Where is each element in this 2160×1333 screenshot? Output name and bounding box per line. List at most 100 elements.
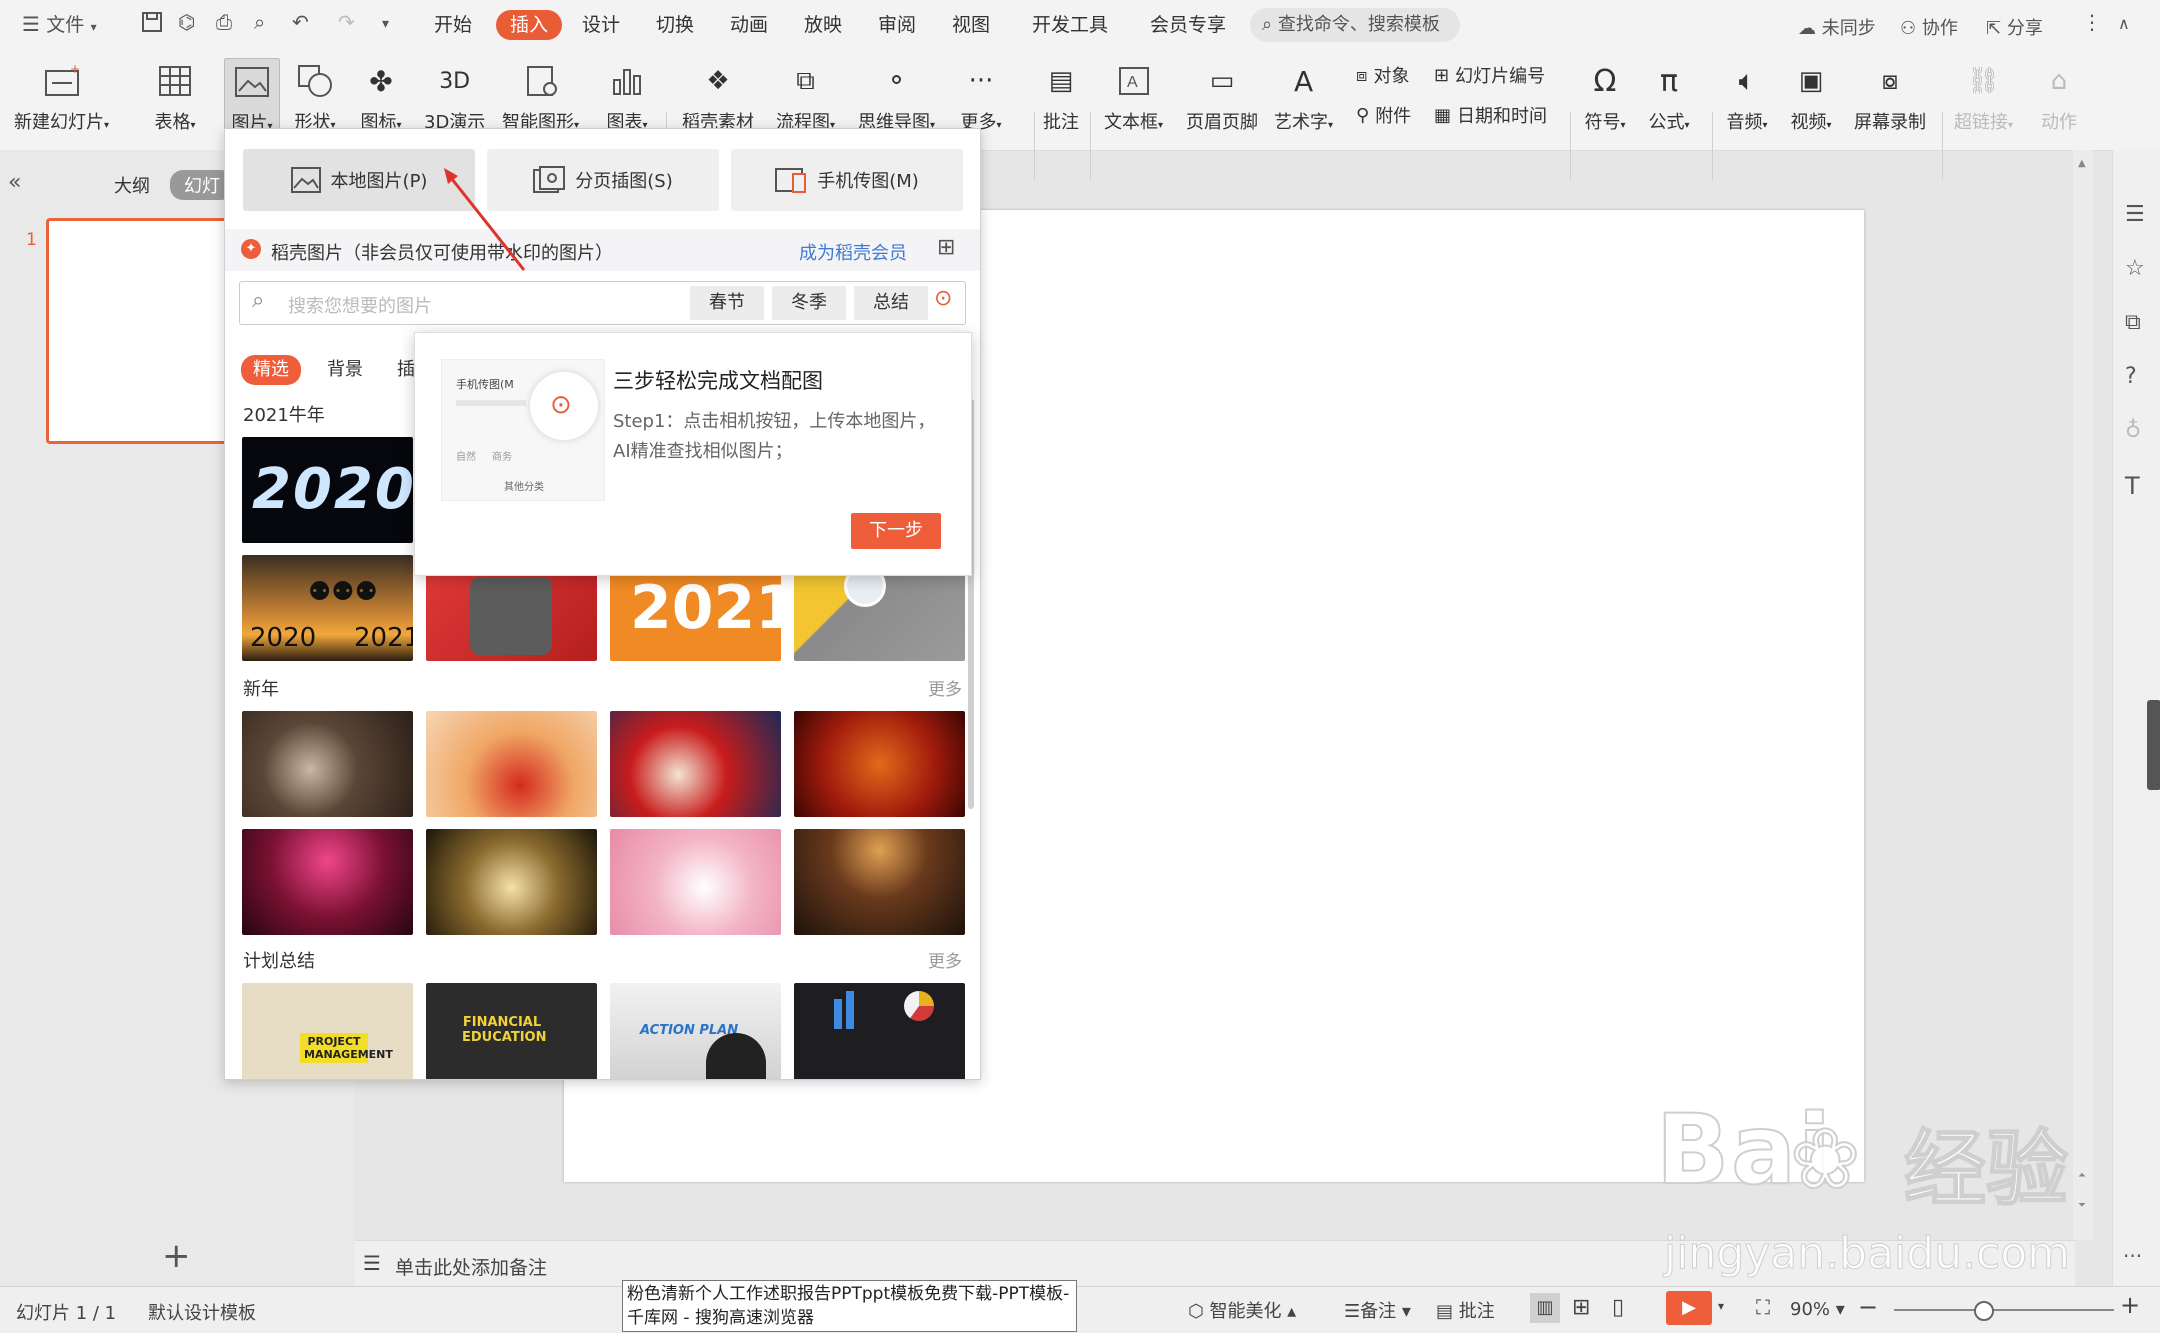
redo-icon[interactable]: ↷ [338, 10, 355, 34]
tab-outline[interactable]: 大纲 [114, 172, 150, 198]
notes-toggle[interactable]: ☰备注 ▾ [1344, 1297, 1411, 1323]
image-newyear-gold[interactable] [426, 711, 597, 817]
format-painter-icon[interactable]: ⌬ [178, 10, 195, 34]
slide-thumbnail[interactable] [46, 218, 232, 444]
tag-summary[interactable]: 总结 [854, 286, 928, 320]
3d-button[interactable]: 3D 3D演示 [424, 58, 485, 134]
symbol-button[interactable]: Ω 符号▾ [1582, 58, 1628, 134]
help-icon[interactable]: ? [2125, 364, 2137, 389]
more-link[interactable]: 更多 [928, 947, 962, 972]
image-champagne[interactable] [426, 829, 597, 935]
template-name[interactable]: 默认设计模板 [148, 1299, 256, 1325]
daoke-button[interactable]: ❖ 稻壳素材 [682, 58, 754, 134]
save-icon[interactable] [140, 10, 164, 39]
phone-picture-button[interactable]: 手机传图(M) [731, 149, 963, 211]
slide-number-button[interactable]: ⊞ 幻灯片编号 [1434, 62, 1545, 88]
tab-slideshow[interactable]: 放映 [804, 10, 842, 40]
undo-icon[interactable]: ↶ [292, 10, 309, 34]
more-icon[interactable]: ··· [2123, 1244, 2142, 1268]
object-button[interactable]: ⧈ 对象 [1356, 62, 1409, 88]
collab-button[interactable]: ⚇ 协作 [1900, 14, 1958, 40]
formula-button[interactable]: π 公式▾ [1646, 58, 1692, 134]
tab-view[interactable]: 视图 [952, 10, 990, 40]
tab-transition[interactable]: 切换 [656, 10, 694, 40]
print-preview-icon[interactable]: ⌕ [254, 10, 265, 34]
tab-design[interactable]: 设计 [582, 10, 620, 40]
copy-icon[interactable]: ⧉ [2125, 310, 2141, 335]
play-options-icon[interactable]: ▾ [1718, 1299, 1724, 1313]
new-slide-button[interactable]: + 新建幻灯片▾ [14, 58, 109, 134]
properties-icon[interactable]: ☰ [2125, 202, 2145, 227]
tab-member[interactable]: 会员专享 [1150, 10, 1226, 40]
audio-button[interactable]: 🔈︎ 音频▾ [1724, 58, 1770, 134]
scroll-next-icon[interactable]: ⏷ [2078, 1200, 2086, 1211]
comment-button[interactable]: ▤ 批注 [1038, 58, 1084, 134]
bulb-icon[interactable]: ♁ [2125, 418, 2141, 443]
fit-window-icon[interactable]: ⛶ [1756, 1295, 1770, 1319]
datetime-button[interactable]: ▦ 日期和时间 [1434, 102, 1547, 128]
grid-icon[interactable]: ⊞ [937, 235, 955, 260]
star-icon[interactable]: ☆ [2125, 256, 2145, 281]
zoom-level[interactable]: 90% ▾ [1790, 1299, 1845, 1320]
tag-spring[interactable]: 春节 [690, 286, 764, 320]
image-newyear-gifts[interactable] [242, 711, 413, 817]
video-button[interactable]: ▣ 视频▾ [1788, 58, 1834, 134]
screen-record-button[interactable]: ⧇ 屏幕录制 [1854, 58, 1926, 134]
image-pink-newyear[interactable] [610, 829, 781, 935]
collapse-ribbon-icon[interactable]: ∧ [2118, 14, 2130, 33]
play-button[interactable]: ▶ [1666, 1291, 1712, 1325]
side-handle[interactable] [2147, 700, 2160, 790]
tab-developer[interactable]: 开发工具 [1032, 10, 1108, 40]
smartart-button[interactable]: 智能图形▾ [502, 58, 579, 134]
tab-animation[interactable]: 动画 [730, 10, 768, 40]
category-featured[interactable]: 精选 [241, 355, 301, 385]
image-2020-neon[interactable]: 2020 [242, 437, 413, 543]
action-button[interactable]: ⌂ 动作 [2036, 58, 2082, 134]
shape-button[interactable]: 形状▾ [292, 58, 338, 134]
image-newyear-red-envelope[interactable] [610, 711, 781, 817]
beautify-button[interactable]: ⬡ 智能美化 ▴ [1188, 1297, 1296, 1323]
reading-view-icon[interactable]: ▯ [1612, 1295, 1624, 1320]
scroll-up-icon[interactable]: ▲ [2078, 158, 2086, 169]
next-step-button[interactable]: 下一步 [851, 513, 941, 549]
customize-icon[interactable]: ▾ [382, 16, 389, 32]
image-fireworks-pink[interactable] [242, 829, 413, 935]
image-newyear-sparkle[interactable] [794, 711, 965, 817]
scroll-prev-icon[interactable]: ⏶ [2078, 1170, 2086, 1181]
file-menu[interactable]: ☰ 文件 ▾ [22, 10, 97, 37]
zoom-slider-handle[interactable] [1974, 1301, 1994, 1321]
attachment-button[interactable]: ⚲ 附件 [1356, 102, 1411, 128]
image-project-management[interactable]: PROJECT MANAGEMENT [242, 983, 413, 1079]
header-footer-button[interactable]: ▭ 页眉页脚 [1186, 58, 1258, 134]
command-search[interactable]: ⌕ 查找命令、搜索模板 [1250, 8, 1460, 42]
tab-review[interactable]: 审阅 [878, 10, 916, 40]
print-icon[interactable]: ⎙ [216, 10, 232, 34]
more-button[interactable]: ··· 更多▾ [958, 58, 1004, 134]
tab-home[interactable]: 开始 [434, 10, 472, 40]
normal-view-icon[interactable]: ▥ [1530, 1293, 1560, 1323]
comment-toggle[interactable]: ▤ 批注 [1436, 1297, 1495, 1323]
sync-button[interactable]: ☁ 未同步 [1798, 14, 1876, 40]
camera-icon[interactable]: ⊙ [934, 286, 952, 311]
chart-button[interactable]: 图表▾ [604, 58, 650, 134]
image-financial-education[interactable]: FINANCIAL EDUCATION [426, 983, 597, 1079]
hyperlink-button[interactable]: ⛓ 超链接▾ [1954, 58, 2013, 134]
member-link[interactable]: 成为稻壳会员 [799, 239, 907, 265]
sorter-view-icon[interactable]: ⊞ [1572, 1295, 1590, 1320]
table-button[interactable]: 表格▾ [152, 58, 198, 134]
tab-insert[interactable]: 插入 [496, 10, 563, 40]
share-button[interactable]: ⇱ 分享 [1986, 14, 2043, 40]
vertical-scrollbar[interactable]: ▲ ⏶ ⏷ [2073, 150, 2093, 1240]
add-slide-icon[interactable]: + [162, 1236, 191, 1276]
icon-button[interactable]: ✤ 图标▾ [358, 58, 404, 134]
search-input[interactable]: 搜索您想要的图片 [288, 292, 432, 318]
collapse-panel-icon[interactable]: « [8, 170, 21, 195]
zoom-out-icon[interactable]: − [1858, 1293, 1878, 1321]
more-options-icon[interactable]: ⋮ [2082, 10, 2102, 34]
text-icon[interactable]: T [2125, 472, 2140, 500]
zoom-slider[interactable] [1894, 1309, 2114, 1311]
mindmap-button[interactable]: ⚬ 思维导图▾ [858, 58, 935, 134]
tag-winter[interactable]: 冬季 [772, 286, 846, 320]
image-action-plan[interactable]: ACTION PLAN [610, 983, 781, 1079]
image-sunset-jump[interactable]: ⚉⚉⚉ 2020 2021 [242, 555, 413, 661]
